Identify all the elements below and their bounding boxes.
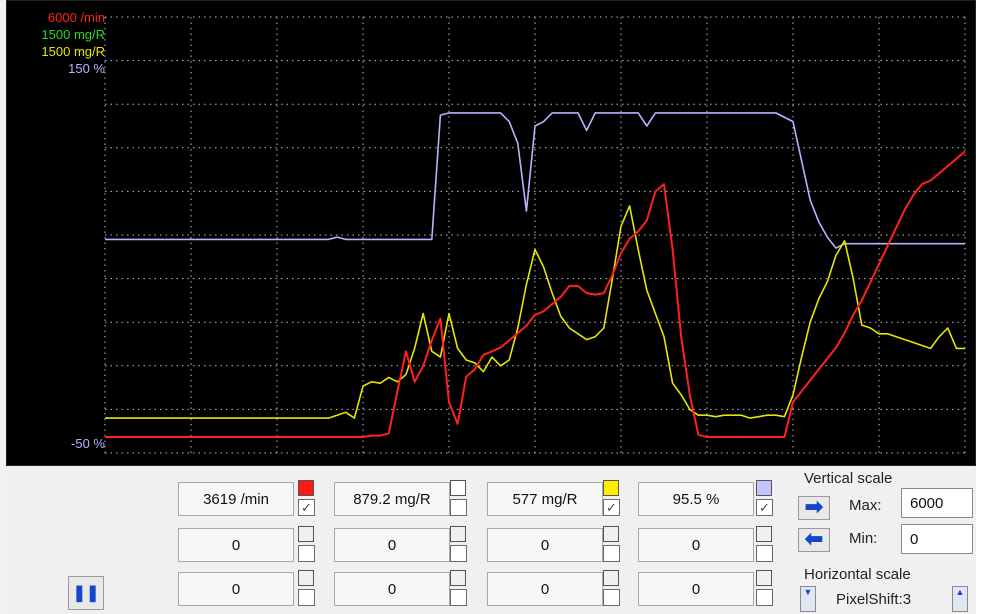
arrow-right-icon: ➡ <box>804 494 824 519</box>
readout-channel-12: 0 <box>638 572 754 606</box>
horizontal-scale-down-button[interactable]: ▼ <box>800 586 816 612</box>
vertical-scale-title: Vertical scale <box>804 470 893 487</box>
checkbox-percent[interactable]: ✓ <box>756 499 773 516</box>
color-swatch-channel-8[interactable] <box>756 526 772 542</box>
pause-button[interactable]: ❚❚ <box>68 576 104 610</box>
color-swatch-channel-9[interactable] <box>298 570 314 586</box>
oscilloscope-svg <box>104 16 966 454</box>
control-panel: 3619 /min ✓ 879.2 mg/R 577 mg/R ✓ 95.5 %… <box>6 466 976 614</box>
arrow-left-icon: ⬅ <box>804 526 824 551</box>
max-input[interactable]: 6000 <box>901 488 973 518</box>
spin-up-icon: ▲ <box>955 587 965 597</box>
checkbox-channel-6[interactable] <box>450 545 467 562</box>
checkbox-channel-10[interactable] <box>450 589 467 606</box>
horizontal-scale-title: Horizontal scale <box>804 566 911 583</box>
readout-yellow: 577 mg/R <box>487 482 603 516</box>
pause-icon: ❚❚ <box>72 585 100 602</box>
color-swatch-channel-6[interactable] <box>450 526 466 542</box>
grid <box>104 16 966 454</box>
color-swatch-channel-12[interactable] <box>756 570 772 586</box>
readout-channel-9: 0 <box>178 572 294 606</box>
horizontal-scale-up-button[interactable]: ▲ <box>952 586 968 612</box>
color-swatch-channel-5[interactable] <box>298 526 314 542</box>
min-input[interactable]: 0 <box>901 524 973 554</box>
color-swatch-channel-7[interactable] <box>603 526 619 542</box>
scale-increase-button[interactable]: ➡ <box>798 496 830 520</box>
readout-channel-8: 0 <box>638 528 754 562</box>
readout-channel-5: 0 <box>178 528 294 562</box>
max-label: Max: <box>849 497 882 514</box>
pixel-shift-value: PixelShift:3 <box>836 591 912 608</box>
checkbox-yellow[interactable]: ✓ <box>603 499 620 516</box>
readout-channel-10: 0 <box>334 572 450 606</box>
min-label: Min: <box>849 530 878 547</box>
axis-label-rpm-max: 6000 /min <box>47 10 105 25</box>
checkbox-rpm[interactable]: ✓ <box>298 499 315 516</box>
readout-green: 879.2 mg/R <box>334 482 450 516</box>
checkbox-channel-9[interactable] <box>298 589 315 606</box>
checkbox-channel-5[interactable] <box>298 545 315 562</box>
scale-decrease-button[interactable]: ⬅ <box>798 528 830 552</box>
readout-rpm: 3619 /min <box>178 482 294 516</box>
color-swatch-green[interactable] <box>450 480 466 496</box>
color-swatch-percent[interactable] <box>756 480 772 496</box>
color-swatch-yellow[interactable] <box>603 480 619 496</box>
color-swatch-channel-10[interactable] <box>450 570 466 586</box>
readout-percent: 95.5 % <box>638 482 754 516</box>
color-swatch-channel-11[interactable] <box>603 570 619 586</box>
checkbox-channel-8[interactable] <box>756 545 773 562</box>
readout-channel-7: 0 <box>487 528 603 562</box>
readout-channel-11: 0 <box>487 572 603 606</box>
color-swatch-rpm[interactable] <box>298 480 314 496</box>
checkbox-channel-11[interactable] <box>603 589 620 606</box>
checkbox-green[interactable] <box>450 499 467 516</box>
background-window-right <box>975 0 1000 614</box>
trace-percent <box>105 112 965 249</box>
axis-label-yellow-max: 1500 mg/R <box>41 44 105 59</box>
axis-label-percent-min: -50 % <box>71 436 105 451</box>
checkbox-channel-7[interactable] <box>603 545 620 562</box>
spin-down-icon: ▼ <box>803 587 813 597</box>
axis-label-green-max: 1500 mg/R <box>41 27 105 42</box>
checkbox-channel-12[interactable] <box>756 589 773 606</box>
readout-channel-6: 0 <box>334 528 450 562</box>
axis-label-percent-max: 150 % <box>68 61 105 76</box>
oscilloscope-display: 6000 /min 1500 mg/R 1500 mg/R 150 % -50 … <box>6 0 976 466</box>
